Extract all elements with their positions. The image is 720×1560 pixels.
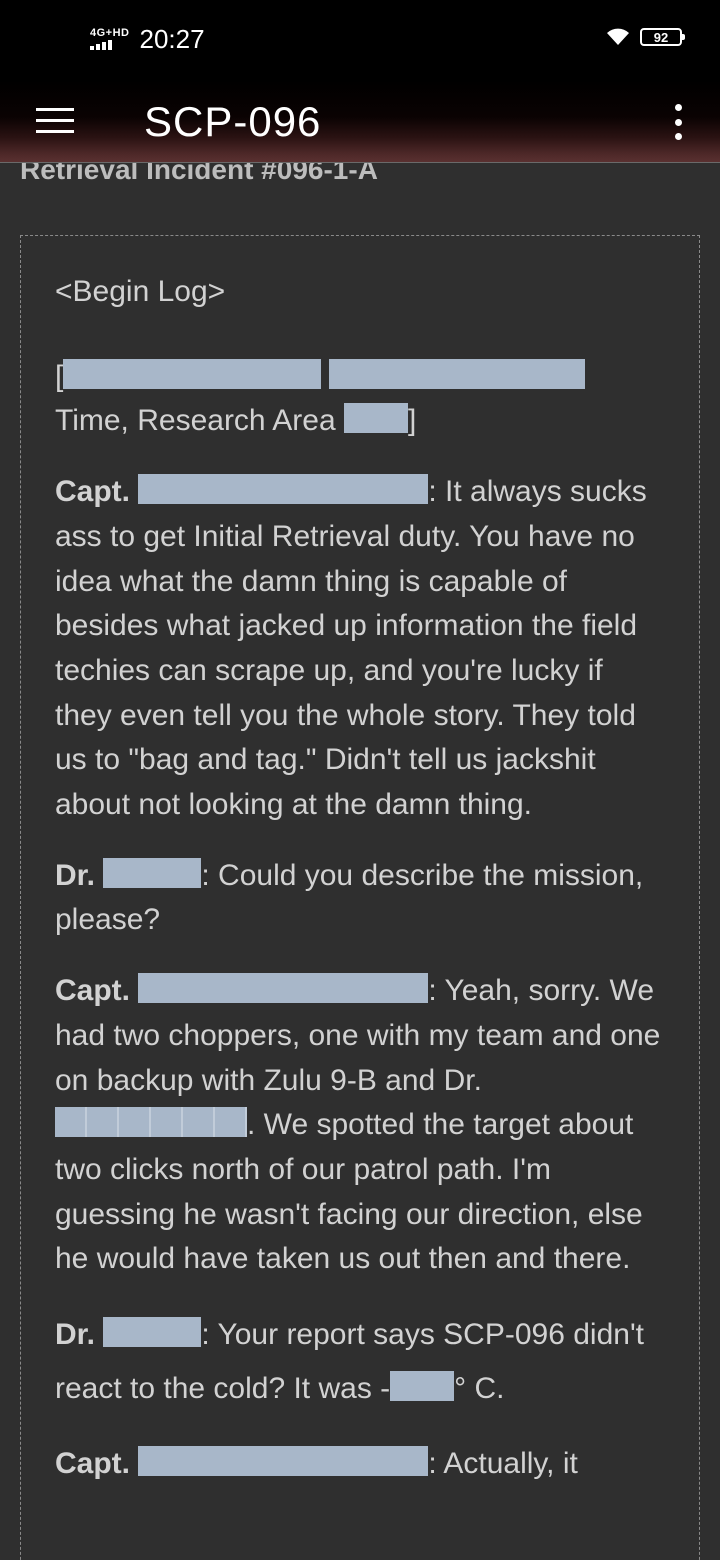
battery-level: 92	[653, 29, 669, 45]
status-left: 4G+HD 20:27	[90, 24, 205, 54]
redaction-block	[138, 474, 429, 505]
network-type: 4G+HD	[90, 27, 130, 39]
article-content[interactable]: Retrieval Incident #096-1-A <Begin Log> …	[0, 163, 720, 1560]
menu-icon[interactable]	[36, 106, 76, 136]
speaker-label: Capt.	[55, 1447, 139, 1481]
entry-text: ° C.	[454, 1372, 505, 1406]
page-title: SCP-096	[144, 98, 322, 145]
more-vert-icon[interactable]	[666, 102, 690, 142]
redaction-block	[103, 857, 202, 888]
speaker-label: Dr.	[55, 1318, 104, 1352]
redaction-block	[138, 973, 429, 1004]
log-entry: Dr. : Could you describe the mission, pl…	[55, 854, 663, 943]
begin-log: <Begin Log>	[55, 275, 226, 308]
entry-text: : Actually, it	[428, 1447, 578, 1481]
wifi-icon	[607, 28, 629, 45]
redaction-block	[63, 358, 322, 389]
redaction-block	[138, 1446, 429, 1477]
redaction-block	[344, 403, 408, 434]
app-bar: SCP-096	[0, 80, 720, 163]
log-entry: Capt. : Actually, it	[55, 1442, 663, 1487]
status-bar: 4G+HD 20:27 92	[0, 0, 720, 80]
speaker-label: Dr.	[55, 858, 104, 892]
status-right: 92	[606, 28, 685, 46]
log-entry: Capt. : It always sucks ass to get Initi…	[55, 470, 663, 828]
log-entry-header: [ Time, Research Area ]	[55, 355, 663, 444]
speaker-label: Capt.	[55, 475, 139, 509]
signal-icon: 4G+HD	[90, 28, 130, 50]
speaker-label: Capt.	[55, 974, 139, 1008]
redaction-block	[390, 1371, 455, 1402]
entry-text: : It always sucks ass to get Initial Ret…	[55, 475, 647, 822]
status-time: 20:27	[139, 24, 205, 54]
log-entry: Dr. : Your report says SCP-096 didn't re…	[55, 1308, 663, 1416]
log-box: <Begin Log> [ Time, Research Area ] Capt…	[20, 235, 700, 1560]
log-entry: Capt. : Yeah, sorry. We had two choppers…	[55, 969, 663, 1282]
battery-icon: 92	[640, 28, 685, 46]
redaction-block	[103, 1317, 202, 1348]
redaction-block	[329, 358, 586, 389]
section-heading: Retrieval Incident #096-1-A	[20, 163, 378, 185]
redaction-block	[55, 1107, 247, 1138]
